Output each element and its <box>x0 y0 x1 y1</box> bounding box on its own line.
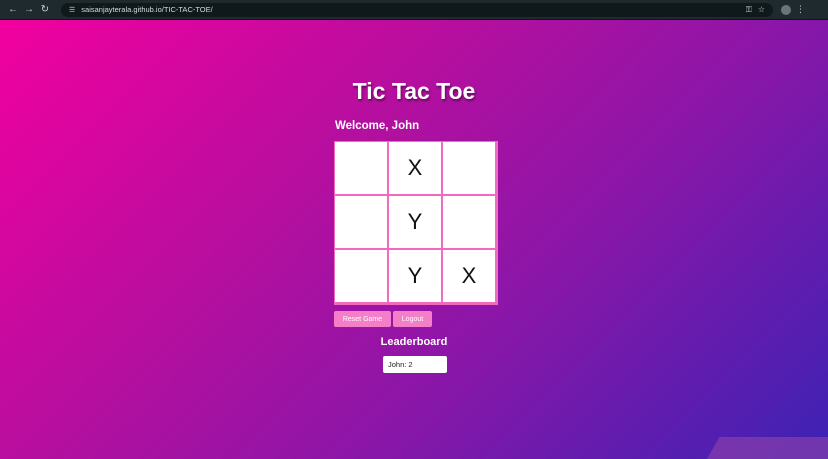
address-bar[interactable]: ☰ saisanjayterala.github.io/TIC-TAC-TOE/… <box>61 2 773 17</box>
page-title: Tic Tac Toe <box>352 78 476 104</box>
board-cell-5[interactable]: Y <box>389 196 441 248</box>
leaderboard-entry: John: 2 <box>383 356 447 373</box>
leaderboard-title: Leaderboard <box>380 336 448 348</box>
board-cell-9[interactable]: X <box>443 250 495 302</box>
url-text: saisanjayterala.github.io/TIC-TAC-TOE/ <box>81 5 213 14</box>
browser-toolbar: ← → ↻ ☰ saisanjayterala.github.io/TIC-TA… <box>0 0 828 20</box>
site-settings-icon[interactable]: ☰ <box>69 6 75 14</box>
logout-button[interactable]: Logout <box>393 311 432 327</box>
arrow-right-icon[interactable]: → <box>21 2 37 18</box>
board-cell-6[interactable] <box>443 196 495 248</box>
board-cell-1[interactable] <box>335 142 387 194</box>
star-icon[interactable]: ☆ <box>758 5 765 14</box>
profile-avatar[interactable] <box>781 4 791 15</box>
reload-icon[interactable]: ↻ <box>37 2 53 18</box>
corner-decoration <box>696 437 828 459</box>
leaderboard-list: John: 2 <box>383 356 447 373</box>
board-cell-2[interactable]: X <box>389 142 441 194</box>
reset-game-button[interactable]: Reset Game <box>334 311 391 327</box>
welcome-message: Welcome, John <box>335 120 420 132</box>
more-menu-icon[interactable]: ⋮ <box>796 4 805 15</box>
key-icon[interactable]: ⚿ <box>746 5 752 15</box>
board-cell-8[interactable]: Y <box>389 250 441 302</box>
game-board: X Y Y X <box>334 141 498 305</box>
board-cell-7[interactable] <box>335 250 387 302</box>
board-cell-3[interactable] <box>443 142 495 194</box>
arrow-left-icon[interactable]: ← <box>5 2 21 18</box>
board-cell-4[interactable] <box>335 196 387 248</box>
